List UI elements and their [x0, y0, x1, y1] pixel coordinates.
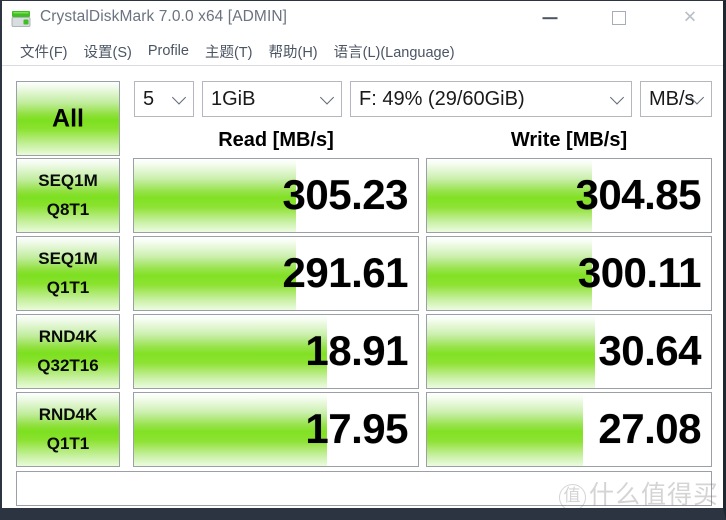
comment-input[interactable] [16, 471, 712, 506]
close-icon: ✕ [682, 7, 698, 28]
window-title: CrystalDiskMark 7.0.0 x64 [ADMIN] [40, 8, 288, 25]
row-label-line1: RND4K [38, 327, 98, 346]
read-column-header: Read [MB/s] [218, 129, 334, 151]
row-label-line2: Q32T16 [37, 356, 99, 375]
chevron-down-icon [171, 90, 187, 105]
crystaldiskmark-app-icon [11, 11, 31, 27]
row-label-line2: Q1T1 [46, 278, 90, 297]
menu-item-language[interactable]: 语言(L)(Language) [326, 41, 463, 62]
write-result-bar [427, 393, 584, 466]
test-row-label-rnd4k-q1t1[interactable]: RND4K Q1T1 [16, 392, 120, 467]
read-result-cell: 305.23 [133, 158, 419, 233]
row-label-line2: Q8T1 [46, 200, 90, 219]
unit-value: MB/s [649, 87, 695, 110]
read-result-value: 291.61 [282, 248, 409, 296]
read-result-bar [134, 315, 328, 388]
maximize-icon [612, 11, 626, 25]
chevron-down-icon [609, 90, 625, 105]
drive-value: F: 49% (29/60GiB) [359, 87, 525, 110]
run-count-dropdown[interactable]: 5 [134, 81, 194, 117]
run-count-value: 5 [143, 87, 155, 110]
write-result-value: 30.64 [598, 326, 701, 374]
write-result-cell: 27.08 [426, 392, 712, 467]
write-result-bar [427, 237, 592, 310]
minimize-icon [542, 17, 558, 19]
row-label-line1: SEQ1M [38, 249, 98, 268]
write-result-bar [427, 159, 592, 232]
menu-item-file[interactable]: 文件(F) [12, 41, 76, 62]
write-result-value: 300.11 [577, 248, 702, 296]
close-button[interactable]: ✕ [667, 1, 713, 35]
menu-item-theme[interactable]: 主题(T) [197, 41, 261, 62]
title-bar: CrystalDiskMark 7.0.0 x64 [ADMIN] ✕ [2, 1, 723, 37]
drive-dropdown[interactable]: F: 49% (29/60GiB) [350, 81, 632, 117]
write-result-value: 27.08 [598, 404, 701, 452]
menu-item-settings[interactable]: 设置(S) [76, 41, 140, 62]
test-row-label-seq1m-q8t1[interactable]: SEQ1M Q8T1 [16, 158, 120, 233]
write-result-cell: 304.85 [426, 158, 712, 233]
write-result-value: 304.85 [575, 170, 702, 218]
unit-dropdown[interactable]: MB/s [640, 81, 712, 117]
run-all-button[interactable]: All [16, 81, 120, 156]
crystaldiskmark-window: CrystalDiskMark 7.0.0 x64 [ADMIN] ✕ 文件(F… [0, 0, 726, 520]
read-result-value: 17.95 [305, 404, 408, 452]
read-result-bar [134, 237, 296, 310]
test-row-label-rnd4k-q32t16[interactable]: RND4K Q32T16 [16, 314, 120, 389]
write-result-cell: 30.64 [426, 314, 712, 389]
menu-item-help[interactable]: 帮助(H) [260, 41, 325, 62]
write-column-header: Write [MB/s] [510, 129, 628, 151]
test-row-label-seq1m-q1t1[interactable]: SEQ1M Q1T1 [16, 236, 120, 311]
read-result-value: 305.23 [282, 170, 409, 218]
write-result-bar [427, 315, 595, 388]
row-label-line1: SEQ1M [38, 171, 98, 190]
test-size-dropdown[interactable]: 1GiB [202, 81, 342, 117]
menu-bar: 文件(F) 设置(S) Profile 主题(T) 帮助(H) 语言(L)(La… [2, 37, 723, 66]
menu-item-profile[interactable]: Profile [140, 43, 197, 59]
toolbar: 5 1GiB F: 49% (29/60GiB) MB/s [16, 81, 712, 117]
test-size-value: 1GiB [211, 87, 256, 110]
row-label-line1: RND4K [38, 405, 98, 424]
read-result-bar [134, 159, 296, 232]
read-result-value: 18.91 [305, 326, 408, 374]
chevron-down-icon [319, 90, 335, 105]
run-all-label: All [52, 104, 84, 132]
read-result-cell: 17.95 [133, 392, 419, 467]
minimize-button[interactable] [527, 1, 573, 35]
maximize-button[interactable] [596, 1, 642, 35]
read-result-bar [134, 393, 328, 466]
write-result-cell: 300.11 [426, 236, 712, 311]
read-result-cell: 291.61 [133, 236, 419, 311]
results-grid: SEQ1M Q8T1 305.23 304.85 SEQ1M Q1T1 291.… [2, 1, 723, 508]
row-label-line2: Q1T1 [46, 434, 90, 453]
read-result-cell: 18.91 [133, 314, 419, 389]
